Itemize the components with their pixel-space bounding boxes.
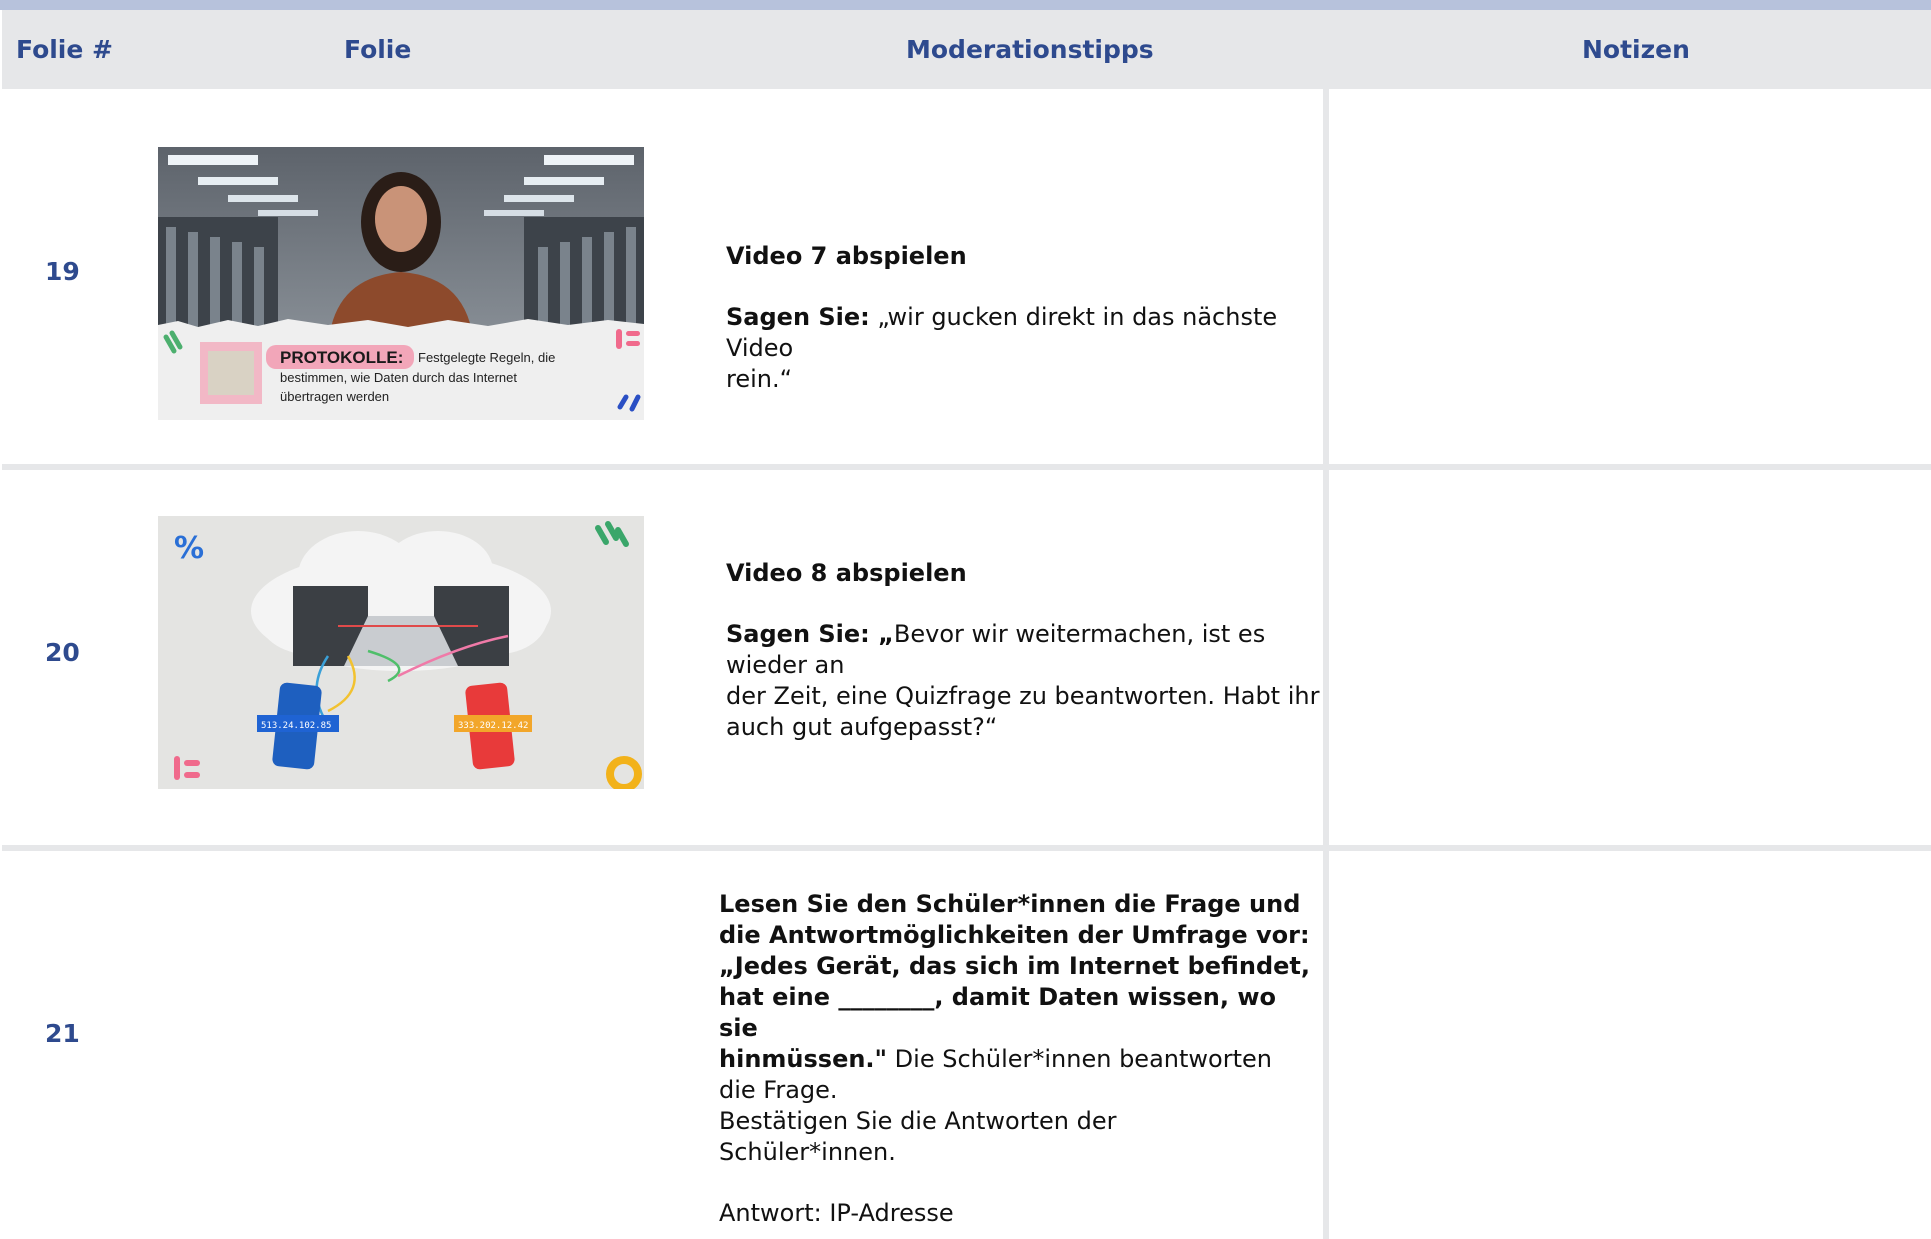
- header-notes: Notizen: [1582, 35, 1690, 64]
- quiz-question: hat eine ________, damit Daten wissen, w…: [719, 983, 1277, 1042]
- moderation-tips: Lesen Sie den Schüler*innen die Frage un…: [719, 889, 1319, 1229]
- instruction-bold: die Antwortmöglichkeiten der Umfrage vor…: [719, 921, 1310, 949]
- moderation-tips: Video 7 abspielen Sagen Sie: „wir gucken…: [726, 241, 1326, 395]
- row-divider: [2, 464, 1931, 470]
- header-slide-number: Folie #: [16, 35, 113, 64]
- header-slide: Folie: [344, 35, 412, 64]
- quiz-question: „Jedes Gerät, das sich im Internet befin…: [719, 952, 1310, 980]
- quiz-question: hinmüssen.": [719, 1045, 888, 1073]
- moderation-tips: Video 8 abspielen Sagen Sie: „Bevor wir …: [726, 558, 1326, 743]
- answer-text: Antwort: IP-Adresse: [719, 1199, 954, 1227]
- column-divider: [1323, 851, 1329, 1239]
- top-accent-bar: [0, 0, 1931, 10]
- slide-thumbnail-video-8[interactable]: 513.24.102.85 333.202.12.42 %: [158, 516, 644, 789]
- slide-thumbnail-video-7[interactable]: PROTOKOLLE: Festgelegte Regeln, die best…: [158, 147, 644, 420]
- say-text: auch gut aufgepasst?“: [726, 713, 998, 741]
- instruction-text: Schüler*innen.: [719, 1138, 896, 1166]
- say-label: Sagen Sie:: [726, 303, 870, 331]
- caption-keyword: PROTOKOLLE:: [280, 348, 403, 367]
- row-divider: [2, 845, 1931, 851]
- instruction-text: Bestätigen Sie die Antworten der: [719, 1107, 1117, 1135]
- slide-number: 19: [45, 257, 80, 286]
- caption-line: bestimmen, wie Daten durch das Internet: [280, 370, 517, 385]
- tip-heading: Video 8 abspielen: [726, 559, 967, 587]
- say-text: rein.“: [726, 365, 793, 393]
- say-text: der Zeit, eine Quizfrage zu beantworten.…: [726, 682, 1320, 710]
- caption-line: übertragen werden: [280, 389, 389, 404]
- say-label: Sagen Sie: „: [726, 620, 894, 648]
- server-room-presenter-image: PROTOKOLLE: Festgelegte Regeln, die best…: [158, 147, 644, 420]
- instruction-bold: Lesen Sie den Schüler*innen die Frage un…: [719, 890, 1301, 918]
- instruction-text: Die Schüler*innen beantworten: [887, 1045, 1272, 1073]
- cloud-network-image: 513.24.102.85 333.202.12.42 %: [158, 516, 644, 789]
- header-moderation-tips: Moderationstipps: [906, 35, 1154, 64]
- ip-label-right: 333.202.12.42: [458, 721, 528, 731]
- instruction-text: die Frage.: [719, 1076, 838, 1104]
- caption-line: Festgelegte Regeln, die: [418, 350, 555, 365]
- svg-text:%: %: [174, 531, 204, 566]
- tip-heading: Video 7 abspielen: [726, 242, 967, 270]
- slide-number: 20: [45, 638, 80, 667]
- ip-label-left: 513.24.102.85: [261, 721, 331, 731]
- slide-number: 21: [45, 1019, 80, 1048]
